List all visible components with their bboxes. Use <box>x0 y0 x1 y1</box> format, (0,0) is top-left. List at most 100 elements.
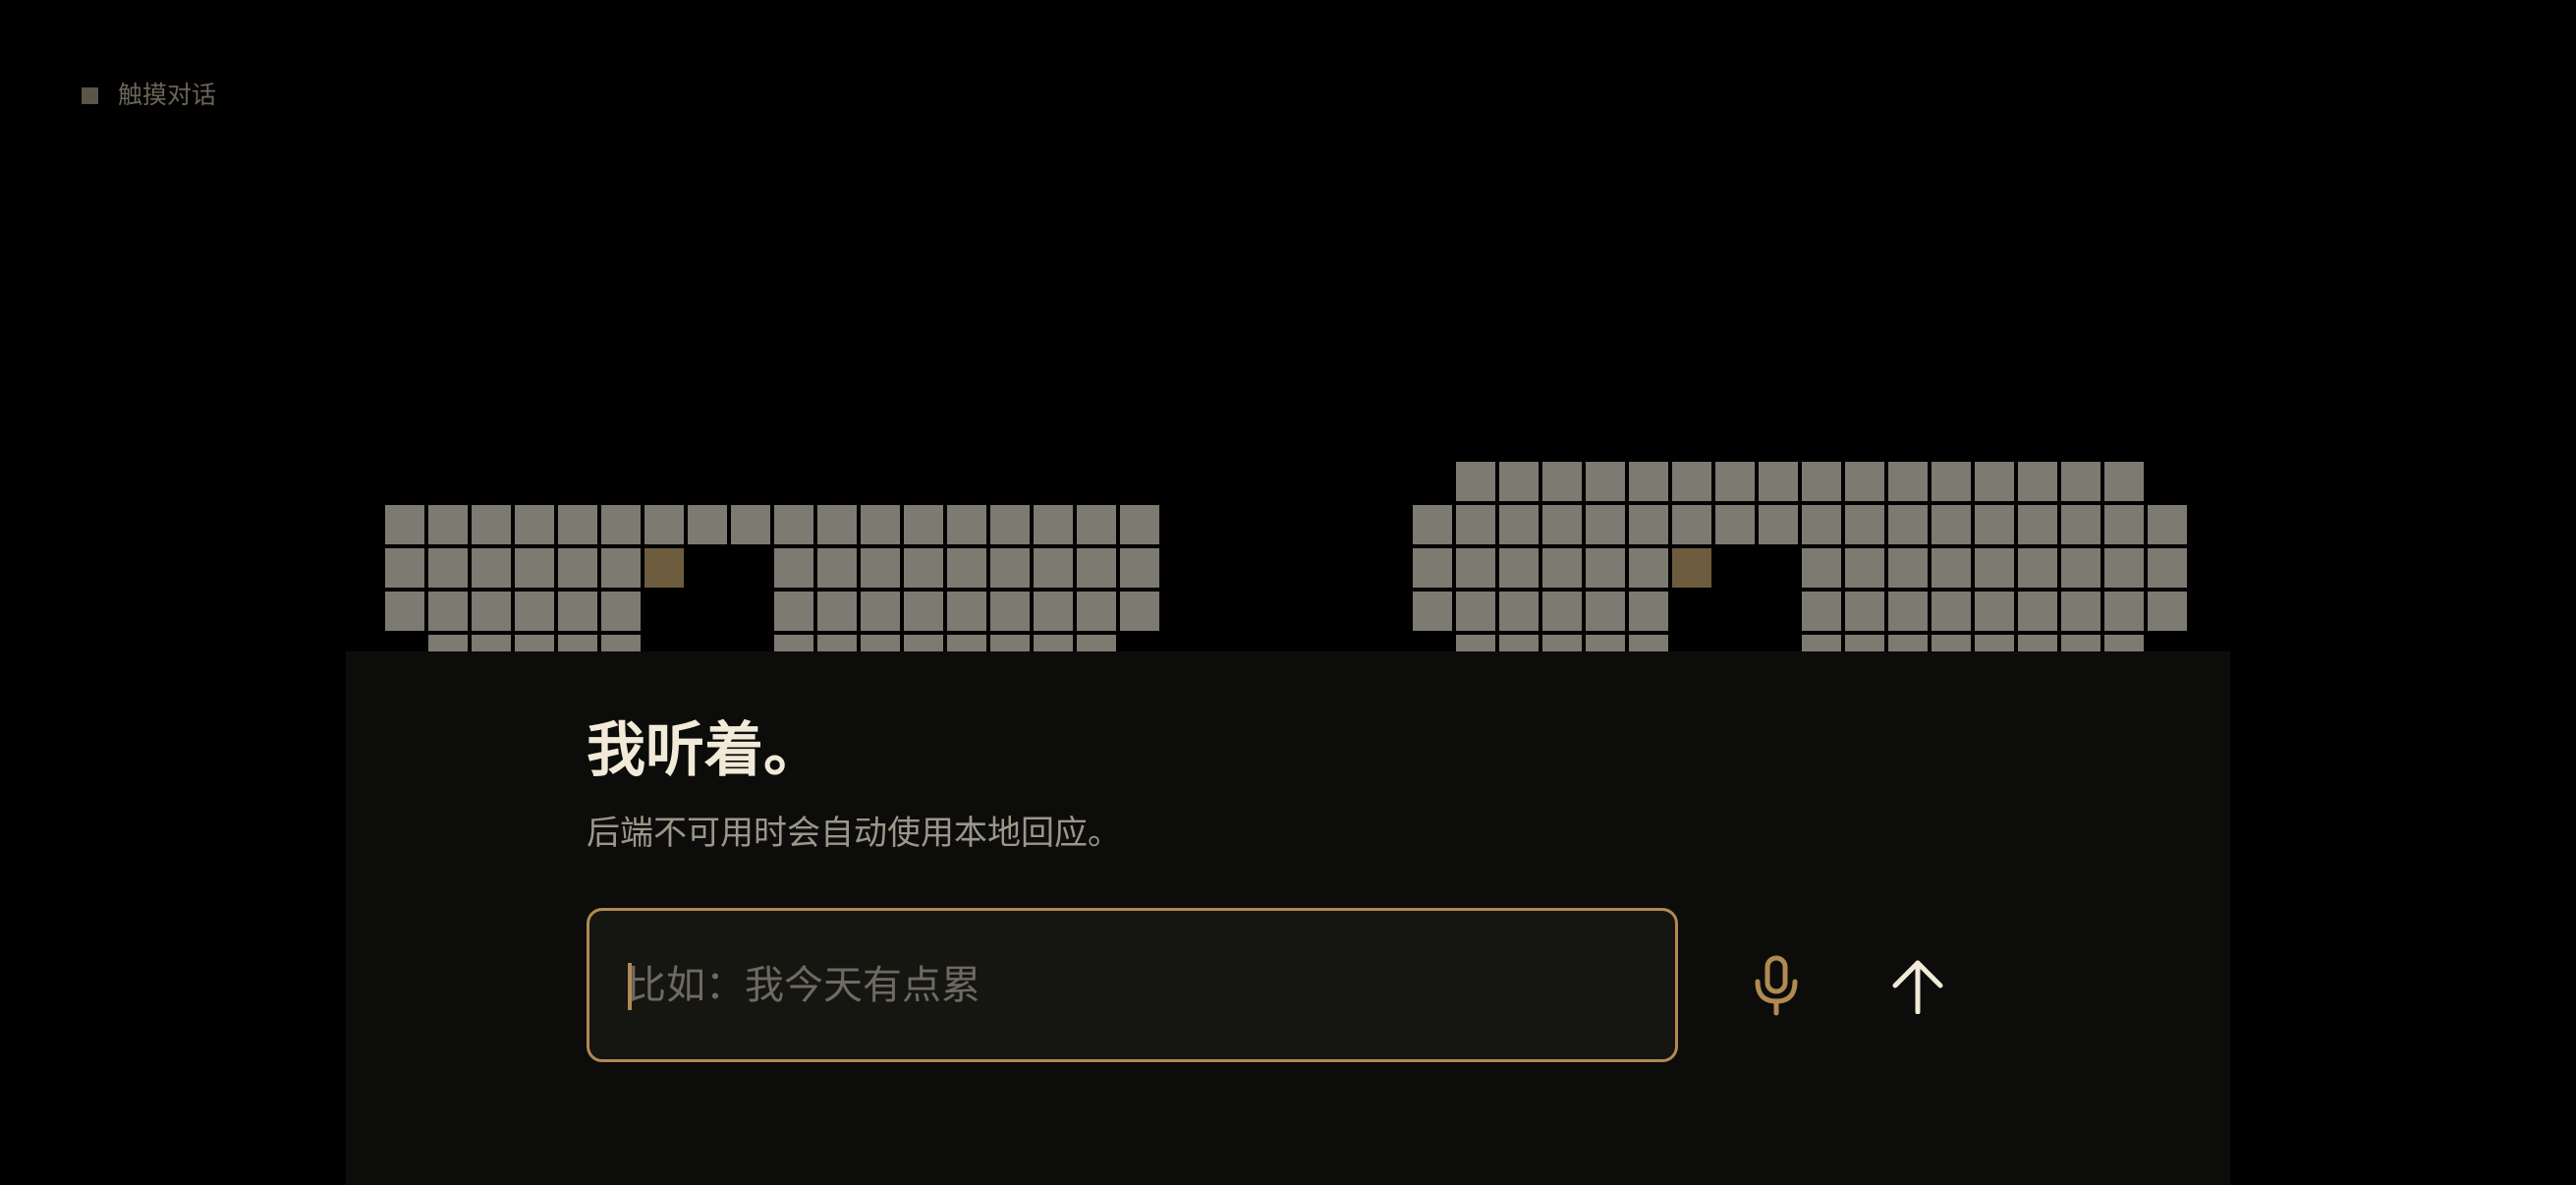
eye-pixel <box>947 592 986 631</box>
eye-pixel <box>1759 462 1798 501</box>
eye-pixel <box>774 505 813 544</box>
eye-pixel <box>1715 505 1755 544</box>
eye-pixel <box>1499 505 1539 544</box>
eye-pixel <box>774 548 813 588</box>
eye-pixel <box>1077 592 1116 631</box>
eye-pixel <box>1586 635 1625 651</box>
eye-pixel <box>558 548 597 588</box>
eye-pixel <box>1629 635 1668 651</box>
eye-pixel <box>2104 462 2144 501</box>
pupil-pixel <box>1672 548 1711 588</box>
eye-pixel <box>558 635 597 651</box>
eye-pixel <box>1629 548 1668 588</box>
eye-pixel <box>774 635 813 651</box>
eye-pixel <box>1077 505 1116 544</box>
eye-pixel <box>1499 592 1539 631</box>
eye-pixel <box>990 635 1030 651</box>
eye-pixel <box>904 592 943 631</box>
eye-pixel <box>1845 635 1884 651</box>
eye-pixel <box>1975 592 2014 631</box>
eye-pixel <box>1413 548 1452 588</box>
eye-pixel <box>601 548 641 588</box>
eye-pixel <box>1586 548 1625 588</box>
text-caret <box>628 963 632 1010</box>
eye-pixel <box>1499 635 1539 651</box>
eye-pixel <box>1034 505 1073 544</box>
eye-pixel <box>1499 462 1539 501</box>
eye-pixel <box>904 548 943 588</box>
eye-pixel <box>2104 635 2144 651</box>
eye-pixel <box>2148 505 2187 544</box>
eye-pixel <box>2061 462 2100 501</box>
eye-pixel <box>1586 505 1625 544</box>
eye-pixel <box>1034 592 1073 631</box>
voice-input-button[interactable] <box>1739 948 1814 1023</box>
eye-pixel <box>2018 462 2057 501</box>
eye-pixel <box>1542 635 1582 651</box>
eye-pixel <box>1629 505 1668 544</box>
eye-pixel <box>1456 505 1495 544</box>
eye-pixel <box>1413 592 1452 631</box>
eye-pixel <box>904 635 943 651</box>
eye-pixel <box>515 592 554 631</box>
eye-pixel <box>1629 592 1668 631</box>
touch-dialog-screen: 触摸对话 我听着。 后端不可用时会自动使用本地回应。 <box>0 0 2576 1185</box>
eye-pixel <box>515 635 554 651</box>
eye-pixel <box>1932 548 1971 588</box>
eye-pixel <box>385 548 424 588</box>
eye-pixel <box>2061 592 2100 631</box>
send-button[interactable] <box>1880 948 1955 1023</box>
eye-pixel <box>1077 635 1116 651</box>
eye-pixel <box>1542 548 1582 588</box>
eye-pixel <box>1932 505 1971 544</box>
eye-pixel <box>1975 462 2014 501</box>
eye-pixel <box>515 505 554 544</box>
eye-pixel <box>1932 592 1971 631</box>
eye-pixel <box>947 548 986 588</box>
eye-pixel <box>2148 592 2187 631</box>
eye-pixel <box>1975 635 2014 651</box>
eye-pixel <box>904 505 943 544</box>
eye-pixel <box>817 548 857 588</box>
eye-pixel <box>2018 635 2057 651</box>
eye-pixel <box>1456 462 1495 501</box>
eye-pixel <box>1888 462 1928 501</box>
eye-pixel <box>688 505 727 544</box>
eye-pixel <box>1413 505 1452 544</box>
eye-pixel <box>817 592 857 631</box>
eye-pixel <box>1542 505 1582 544</box>
eye-pixel <box>1802 462 1841 501</box>
eye-pixel <box>428 592 468 631</box>
eye-pixel <box>1888 548 1928 588</box>
eye-pixel <box>2104 592 2144 631</box>
eye-pixel <box>947 635 986 651</box>
mode-square-icon <box>82 86 98 104</box>
eye-pixel <box>472 505 511 544</box>
eye-pixel <box>990 505 1030 544</box>
eye-pixel <box>1672 462 1711 501</box>
eye-pixel <box>1888 505 1928 544</box>
eye-pixel <box>1845 592 1884 631</box>
eye-pixel <box>861 592 900 631</box>
eye-pixel <box>1759 505 1798 544</box>
eye-pixel <box>472 635 511 651</box>
eye-pixel <box>817 635 857 651</box>
eye-pixel <box>1802 505 1841 544</box>
eye-pixel <box>2018 592 2057 631</box>
eye-pixel <box>1456 592 1495 631</box>
eye-pixel <box>774 592 813 631</box>
eye-pixel <box>1975 505 2014 544</box>
message-input-box[interactable] <box>587 908 1678 1062</box>
fallback-notice: 后端不可用时会自动使用本地回应。 <box>587 814 1121 853</box>
eye-pixel <box>1888 635 1928 651</box>
message-input[interactable] <box>627 911 1629 1059</box>
eye-pixel <box>601 505 641 544</box>
eye-pixel <box>861 505 900 544</box>
eye-pixel <box>990 548 1030 588</box>
eye-pixel <box>2061 505 2100 544</box>
eye-pixel <box>1802 635 1841 651</box>
eye-pixel <box>2104 505 2144 544</box>
eye-pixel <box>1456 548 1495 588</box>
eye-pixel <box>1120 548 1159 588</box>
eye-pixel <box>385 592 424 631</box>
